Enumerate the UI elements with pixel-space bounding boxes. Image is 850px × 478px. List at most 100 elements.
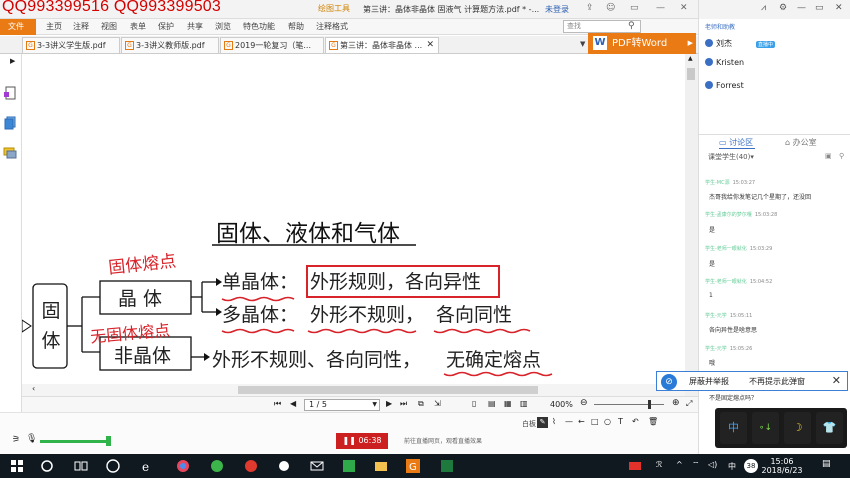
brush-icon[interactable]: ⌇ xyxy=(552,417,556,426)
color-wheel-app-icon[interactable] xyxy=(176,459,190,473)
tab-doc-2[interactable]: G 3-3讲义教师版.pdf xyxy=(121,37,219,53)
next-page-icon[interactable]: ▶ xyxy=(386,399,392,408)
zoom-slider-knob[interactable] xyxy=(648,400,651,409)
windows-start-icon[interactable] xyxy=(10,459,24,473)
pinwheel-app-icon[interactable] xyxy=(106,459,120,473)
tab-discussion[interactable]: ▭ 讨论区 xyxy=(719,137,753,148)
zoom-in-icon[interactable]: ⊕ xyxy=(672,398,680,408)
close-icon[interactable]: ✕ xyxy=(835,3,843,13)
scroll-up-icon[interactable]: ▲ xyxy=(688,55,693,62)
media-player-icon[interactable] xyxy=(244,459,258,473)
live-info-text[interactable]: 前往直播网页，观看直播效果 xyxy=(404,436,482,445)
tab-office[interactable]: ⌂ 办公室 xyxy=(785,137,817,148)
first-page-icon[interactable]: ⏮ xyxy=(274,399,281,409)
dont-show-again-button[interactable]: 不再提示此弹窗 xyxy=(749,376,805,387)
menu-browse[interactable]: 浏览 xyxy=(215,21,231,32)
live-class-app-icon[interactable] xyxy=(342,459,356,473)
menu-help[interactable]: 帮助 xyxy=(288,21,304,32)
arrow-icon[interactable]: ← xyxy=(578,417,585,426)
folder-icon[interactable] xyxy=(374,459,388,473)
speaker-icon[interactable]: ⚞ xyxy=(12,435,20,445)
expand-panel-icon[interactable]: ▶ xyxy=(10,57,15,65)
trash-icon[interactable]: 🗑 xyxy=(648,417,658,426)
close-icon[interactable]: ✕ xyxy=(832,374,841,387)
close-icon[interactable]: ✕ xyxy=(680,3,688,13)
excel-icon[interactable] xyxy=(440,459,454,473)
microphone-icon[interactable]: 🎙 xyxy=(26,434,37,444)
tabs-dropdown-icon[interactable]: ▼ xyxy=(580,40,585,48)
menu-view[interactable]: 视图 xyxy=(101,21,117,32)
zoom-out-icon[interactable]: ⊖ xyxy=(580,398,588,408)
last-page-icon[interactable]: ⏭ xyxy=(400,399,407,409)
chinese-input-button[interactable]: 中 xyxy=(720,412,747,444)
ie-browser-icon[interactable]: e xyxy=(140,459,154,473)
search-icon[interactable]: ⚲ xyxy=(839,152,844,160)
pdf-to-word-button[interactable]: W PDF转Word ▶ xyxy=(588,33,696,54)
menu-annotation-format[interactable]: 注释格式 xyxy=(316,21,348,32)
scroll-thumb[interactable] xyxy=(238,386,538,394)
page-number-input[interactable]: 1 / 5 ▼ xyxy=(304,399,380,411)
two-page-icon[interactable]: ▦ xyxy=(504,399,512,408)
vertical-scrollbar[interactable]: ▲ xyxy=(685,54,698,396)
menu-annotate[interactable]: 注释 xyxy=(73,21,89,32)
scroll-left-icon[interactable]: ‹ xyxy=(32,384,35,393)
tab-doc-1[interactable]: G 3-3讲义学生版.pdf xyxy=(22,37,120,53)
zoom-level[interactable]: 400% xyxy=(550,400,573,409)
class-timer-button[interactable]: ❚❚ 06:38 xyxy=(336,433,388,449)
skin-icon[interactable]: 👕 xyxy=(816,412,843,444)
pdf-reader-icon[interactable]: G xyxy=(406,459,420,473)
layers-icon[interactable] xyxy=(3,116,17,130)
menu-features[interactable]: 特色功能 xyxy=(243,21,275,32)
menu-share[interactable]: 共享 xyxy=(187,21,203,32)
wechat-icon[interactable] xyxy=(278,459,292,473)
line-icon[interactable]: — xyxy=(565,417,573,426)
minimize-icon[interactable]: — xyxy=(797,3,806,13)
settings-icon[interactable]: ⚙ xyxy=(779,3,787,13)
zoom-slider[interactable] xyxy=(594,404,664,405)
volume-bar[interactable] xyxy=(40,440,108,443)
scroll-thumb[interactable] xyxy=(687,68,695,80)
people-icon[interactable]: ℛ xyxy=(656,460,662,469)
member-teacher[interactable]: 刘杰 xyxy=(705,38,732,49)
export-icon[interactable]: ⇲ xyxy=(434,399,441,408)
search-icon[interactable]: ⚲ xyxy=(628,21,635,31)
volume-icon[interactable]: ◁) xyxy=(708,460,717,469)
image-icon[interactable]: ▣ xyxy=(825,152,832,160)
grid-view-icon[interactable]: ▥ xyxy=(520,399,528,408)
member-assistant-2[interactable]: Forrest xyxy=(705,81,744,90)
network-icon[interactable]: ⌔ xyxy=(692,460,700,470)
page-thumbnail-icon[interactable] xyxy=(3,86,17,100)
volume-knob[interactable] xyxy=(106,436,111,446)
continuous-page-icon[interactable]: ▤ xyxy=(488,399,496,408)
undo-icon[interactable]: ↶ xyxy=(632,417,639,426)
mail-icon[interactable] xyxy=(310,459,324,473)
text-icon[interactable]: T xyxy=(618,417,623,426)
menu-protect[interactable]: 保护 xyxy=(158,21,174,32)
fullscreen-icon[interactable]: ⤢ xyxy=(686,399,692,409)
search-icon[interactable] xyxy=(40,459,54,473)
login-link[interactable]: 未登录 xyxy=(545,4,569,15)
360-browser-icon[interactable] xyxy=(210,459,224,473)
rectangle-icon[interactable]: □ xyxy=(591,417,599,426)
moon-icon[interactable]: ☽ xyxy=(784,412,811,444)
tray-arrow-icon[interactable]: ^ xyxy=(676,460,683,469)
user-icon[interactable]: ☺ xyxy=(606,3,615,13)
system-clock[interactable]: 15:06 2018/6/23 xyxy=(758,457,806,475)
tab-drawing-tools[interactable]: 绘图工具 xyxy=(318,3,350,14)
menu-form[interactable]: 表单 xyxy=(130,21,146,32)
tab-doc-3[interactable]: G 2019一轮复习（笔... xyxy=(220,37,324,53)
whiteboard-label[interactable]: 白板 xyxy=(522,419,536,429)
restore-icon[interactable]: ▭ xyxy=(815,3,824,13)
single-page-icon[interactable]: ▯ xyxy=(472,399,476,408)
restore-icon[interactable]: ▭ xyxy=(630,3,639,13)
notification-count-badge[interactable]: 38 xyxy=(744,459,758,473)
classmates-dropdown[interactable]: 课堂学生(40)▾ xyxy=(708,152,754,162)
input-mode-button[interactable]: ∘↓ xyxy=(752,412,779,444)
tab-doc-4[interactable]: G 第三讲：晶体非晶体 ... ✕ xyxy=(325,37,439,53)
comment-icon[interactable] xyxy=(3,146,17,160)
minimize-icon[interactable]: — xyxy=(656,3,665,13)
horizontal-scrollbar[interactable]: ‹ xyxy=(22,384,685,396)
share-icon[interactable]: ⇪ xyxy=(586,3,594,13)
previous-page-icon[interactable]: ◀ xyxy=(290,399,296,408)
task-view-icon[interactable] xyxy=(74,459,88,473)
